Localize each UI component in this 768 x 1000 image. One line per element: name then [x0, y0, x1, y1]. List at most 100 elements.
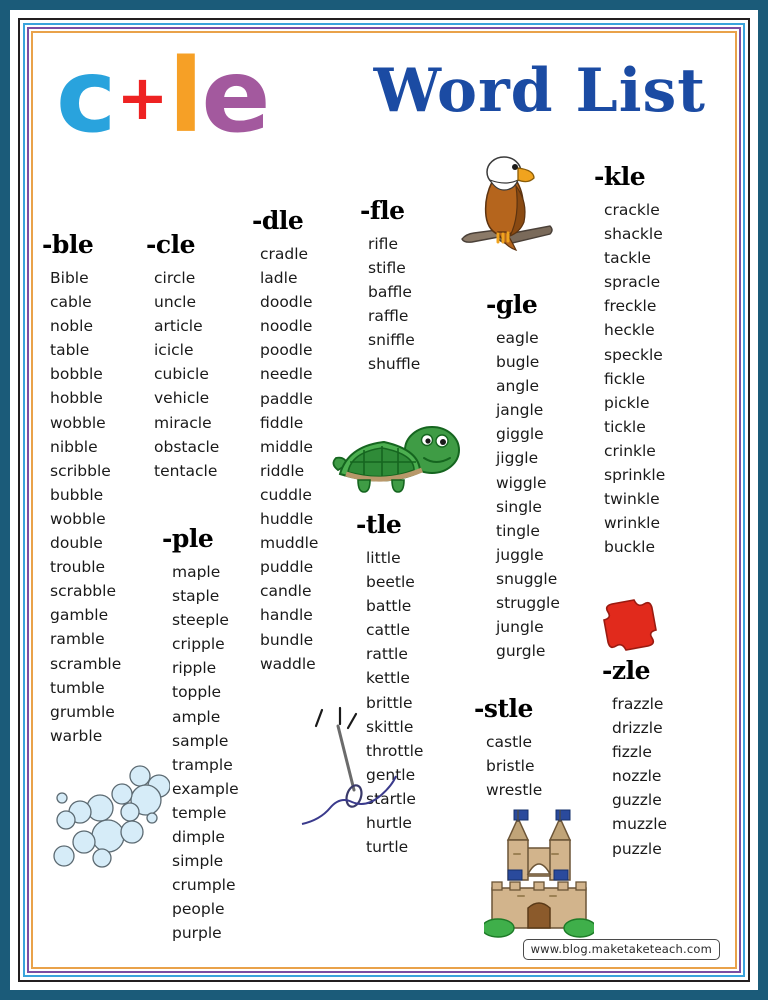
- word-item: bobble: [50, 365, 103, 384]
- word-item: wrinkle: [604, 514, 660, 533]
- word-item: purple: [172, 924, 222, 943]
- word-item: bugle: [496, 353, 540, 372]
- word-column-zle: -zle frazzle drizzle fizzle nozzle guzzle muz…: [602, 656, 667, 861]
- word-item: jangle: [496, 401, 544, 420]
- word-item: crackle: [604, 201, 660, 219]
- word-column-kle: -kle crackle shackle tackle spracle freckle h…: [594, 162, 665, 559]
- word-item: castle: [486, 733, 533, 751]
- word-item: nozzle: [612, 767, 662, 786]
- needle-and-thread-illustration: [301, 706, 397, 825]
- word-item: raffle: [368, 307, 409, 326]
- word-item: shackle: [604, 225, 663, 244]
- word-item: bundle: [260, 630, 314, 649]
- word-item: eagle: [496, 329, 539, 347]
- word-item: jungle: [496, 618, 544, 637]
- word-item: crinkle: [604, 441, 656, 460]
- word-item: temple: [172, 803, 227, 822]
- word-item: wiggle: [496, 473, 547, 492]
- word-item: tackle: [604, 249, 651, 268]
- turtle-illustration: [332, 426, 460, 493]
- word-item: circle: [154, 269, 196, 287]
- word-list-cle: circle uncle article icicle cubicle vehicle mi…: [146, 266, 219, 483]
- word-item: bubble: [50, 485, 104, 504]
- word-item: trample: [172, 755, 233, 774]
- word-item: staple: [172, 587, 220, 606]
- word-item: handle: [260, 606, 313, 625]
- word-item: battle: [366, 597, 412, 616]
- word-list-dle: cradle ladle doodle noodle poodle needle paddl…: [252, 242, 318, 676]
- word-item: ripple: [172, 659, 217, 678]
- puzzle-piece-illustration: [603, 599, 657, 651]
- word-item: wobble: [50, 509, 106, 528]
- word-item: tickle: [604, 417, 646, 436]
- word-item: heckle: [604, 321, 655, 340]
- worksheet-page: c + l e Word List -ble Bible cable noble ta…: [34, 34, 734, 966]
- word-list-fle: rifle stifle baffle raffle sniffle shuffle: [360, 232, 420, 377]
- word-item: struggle: [496, 594, 560, 613]
- word-item: guzzle: [612, 791, 662, 810]
- word-item: baffle: [368, 283, 412, 302]
- word-item: freckle: [604, 297, 657, 316]
- column-heading-ple: -ple: [162, 524, 214, 553]
- word-item: ramble: [50, 630, 105, 649]
- word-item: gamble: [50, 606, 109, 625]
- word-column-fle: -fle rifle stifle baffle raffle sniffle shuff…: [360, 196, 420, 377]
- word-list-zle: frazzle drizzle fizzle nozzle guzzle muzzle pu…: [602, 692, 667, 861]
- word-item: doodle: [260, 293, 313, 312]
- word-column-stle: -stle castle bristle wrestle: [474, 694, 542, 802]
- word-item: warble: [50, 726, 103, 745]
- word-item: cuddle: [260, 485, 312, 504]
- watermark-footer: www.blog.maketaketeach.com: [522, 939, 720, 960]
- word-item: hobble: [50, 389, 103, 408]
- word-item: juggle: [496, 545, 544, 564]
- word-item: cable: [50, 293, 92, 312]
- word-item: simple: [172, 852, 224, 871]
- column-heading-kle: -kle: [594, 162, 646, 191]
- word-item: maple: [172, 563, 221, 581]
- word-item: spracle: [604, 273, 661, 292]
- word-item: tumble: [50, 678, 105, 697]
- word-item: ladle: [260, 269, 298, 288]
- word-item: stifle: [368, 259, 406, 278]
- column-heading-fle: -fle: [360, 196, 405, 225]
- word-item: wobble: [50, 413, 106, 432]
- word-item: bristle: [486, 757, 535, 776]
- word-item: muzzle: [612, 815, 668, 834]
- word-item: waddle: [260, 654, 316, 673]
- word-item: middle: [260, 437, 313, 456]
- word-item: topple: [172, 683, 222, 702]
- word-item: sniffle: [368, 331, 415, 350]
- column-heading-cle: -cle: [146, 230, 196, 259]
- word-item: buckle: [604, 538, 656, 557]
- word-item: steeple: [172, 611, 229, 630]
- word-list-gle: eagle bugle angle jangle giggle jiggle wiggle s…: [486, 326, 560, 663]
- word-item: puddle: [260, 558, 314, 577]
- word-item: miracle: [154, 413, 212, 432]
- word-item: drizzle: [612, 719, 663, 738]
- word-list-ble: Bible cable noble table bobble hobble wobble ni…: [42, 266, 121, 748]
- word-item: cubicle: [154, 365, 209, 384]
- word-item: needle: [260, 365, 313, 384]
- word-item: little: [366, 549, 401, 567]
- word-item: sample: [172, 731, 229, 750]
- word-item: sprinkle: [604, 466, 666, 485]
- word-item: paddle: [260, 389, 313, 408]
- word-item: fiddle: [260, 413, 304, 432]
- word-item: scrabble: [50, 582, 116, 601]
- word-item: rifle: [368, 235, 398, 253]
- word-item: cripple: [172, 635, 225, 654]
- word-item: article: [154, 317, 203, 336]
- bubbles-illustration: [53, 765, 170, 868]
- column-heading-stle: -stle: [474, 694, 533, 723]
- word-item: double: [50, 534, 103, 553]
- word-item: angle: [496, 377, 540, 396]
- word-column-ple: -ple maple staple steeple cripple ripple topp…: [162, 524, 239, 946]
- word-item: noodle: [260, 317, 313, 336]
- word-item: riddle: [260, 461, 305, 480]
- word-item: tingle: [496, 521, 540, 540]
- word-item: cattle: [366, 621, 411, 640]
- word-item: scramble: [50, 654, 122, 673]
- word-item: shuffle: [368, 355, 421, 374]
- word-item: uncle: [154, 293, 197, 312]
- word-item: nibble: [50, 437, 98, 456]
